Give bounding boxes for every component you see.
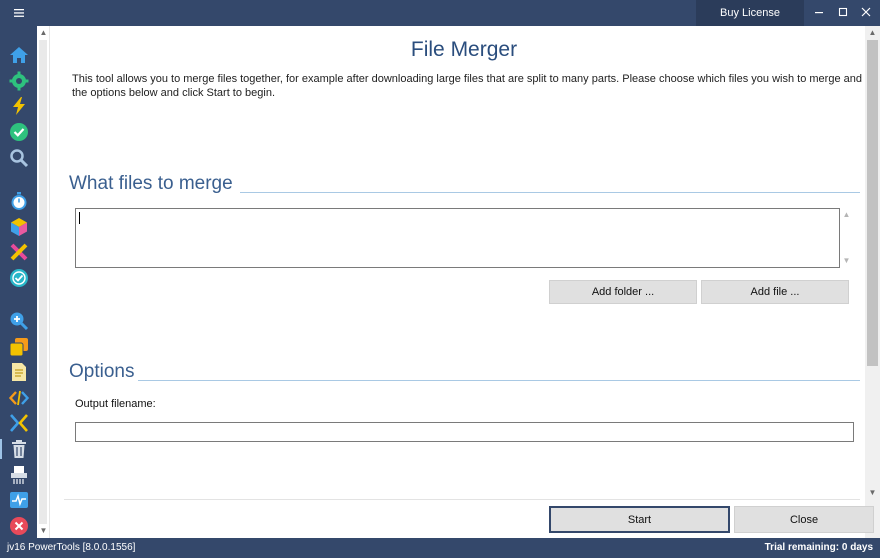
footer-divider	[64, 499, 860, 500]
sidebar-scrollbar[interactable]: ▲ ▼	[37, 26, 50, 538]
close-icon	[861, 4, 871, 22]
close-window-button[interactable]	[853, 0, 879, 26]
cross-icon[interactable]	[9, 242, 29, 262]
active-indicator	[0, 439, 2, 459]
files-list-input[interactable]	[75, 208, 840, 268]
trash-icon[interactable]	[9, 439, 29, 459]
scroll-up-arrow-icon[interactable]: ▲	[865, 28, 880, 38]
gear-icon[interactable]	[9, 71, 29, 91]
options-section-title: Options	[69, 361, 139, 383]
document-icon[interactable]	[9, 362, 29, 382]
scroll-down-arrow-icon[interactable]: ▼	[865, 488, 880, 498]
tool-sidebar	[0, 26, 37, 538]
files-section-title: What files to merge	[69, 173, 237, 195]
merge-icon[interactable]	[9, 413, 29, 433]
chevron-down-icon[interactable]: ▼	[840, 256, 853, 266]
lightning-icon[interactable]	[9, 96, 29, 116]
files-list-scrollbar[interactable]: ▲ ▼	[840, 208, 854, 268]
home-icon[interactable]	[9, 45, 29, 65]
intro-text: This tool allows you to merge files toge…	[72, 73, 862, 99]
output-filename-label: Output filename:	[75, 398, 156, 410]
page-title: File Merger	[410, 38, 518, 61]
minimize-button[interactable]	[806, 0, 832, 26]
menu-button[interactable]	[0, 0, 37, 26]
stopwatch-icon[interactable]	[9, 191, 29, 211]
version-text: jv16 PowerTools [8.0.0.1556]	[7, 542, 136, 553]
add-folder-button[interactable]: Add folder ...	[549, 280, 697, 304]
zoom-in-icon[interactable]	[9, 311, 29, 331]
hamburger-icon	[13, 4, 24, 22]
section-divider	[240, 192, 860, 193]
copy-icon[interactable]	[9, 337, 29, 357]
title-bar: Buy License	[0, 0, 880, 26]
activity-icon[interactable]	[9, 490, 29, 510]
search-icon[interactable]	[9, 148, 29, 168]
main-scrollbar[interactable]: ▲ ▼	[865, 26, 880, 538]
main-panel: File Merger This tool allows you to merg…	[50, 26, 865, 538]
chevron-up-icon[interactable]: ▲	[840, 210, 853, 220]
buy-license-button[interactable]: Buy License	[696, 0, 804, 26]
sidebar-scroll-thumb[interactable]	[39, 40, 47, 524]
add-file-button[interactable]: Add file ...	[701, 280, 849, 304]
start-button[interactable]: Start	[549, 506, 730, 533]
scroll-down-arrow-icon[interactable]: ▼	[37, 526, 50, 536]
close-button[interactable]: Close	[734, 506, 874, 533]
status-bar: jv16 PowerTools [8.0.0.1556] Trial remai…	[0, 538, 880, 558]
trial-status: Trial remaining: 0 days	[764, 542, 873, 553]
refresh-check-icon[interactable]	[9, 268, 29, 288]
shredder-icon[interactable]	[9, 465, 29, 485]
check-circle-icon[interactable]	[9, 122, 29, 142]
text-caret	[79, 212, 80, 224]
main-scroll-thumb[interactable]	[867, 40, 878, 366]
cube-icon[interactable]	[9, 217, 29, 237]
scroll-up-arrow-icon[interactable]: ▲	[37, 28, 50, 38]
minimize-icon	[814, 4, 824, 22]
uninstall-icon[interactable]	[9, 516, 29, 536]
output-filename-field[interactable]	[75, 422, 854, 442]
maximize-icon	[838, 4, 848, 22]
section-divider	[138, 380, 860, 381]
code-icon[interactable]	[9, 388, 29, 408]
